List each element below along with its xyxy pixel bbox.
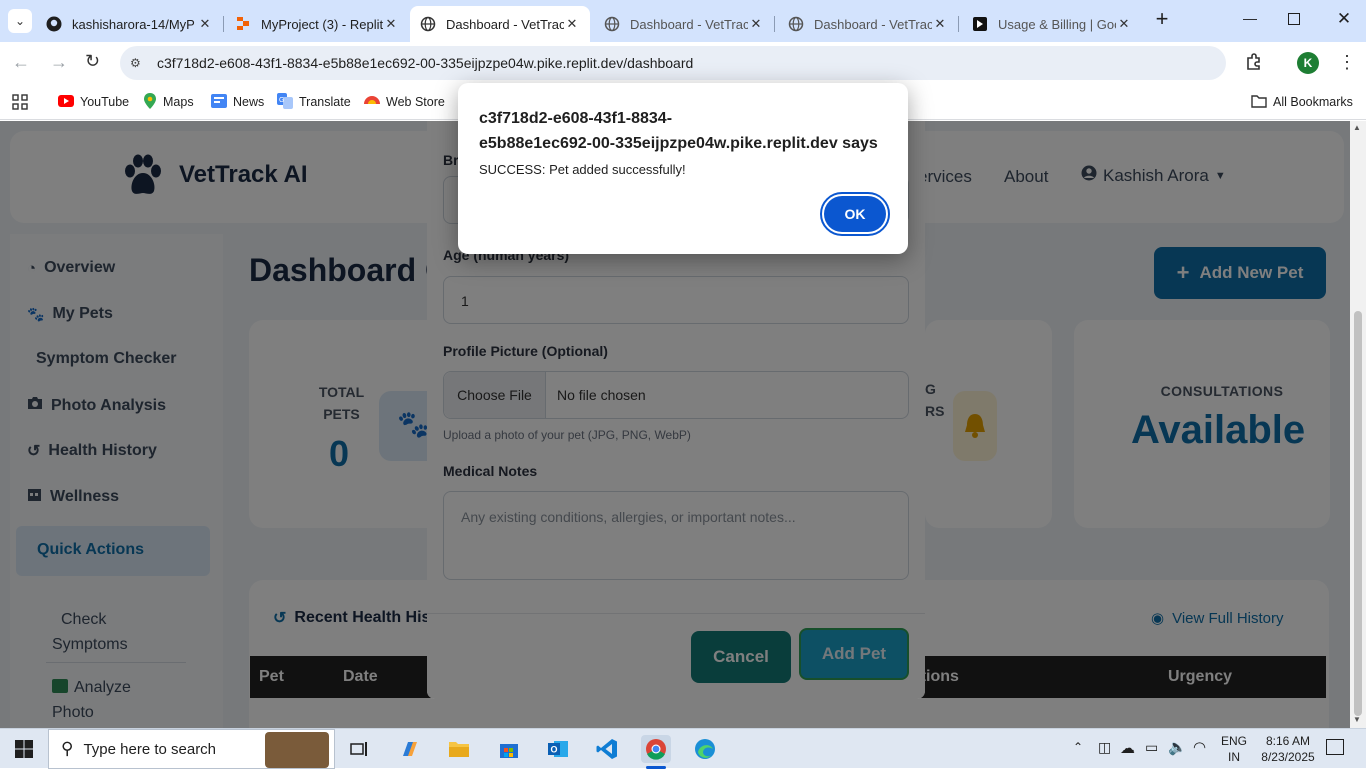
tab-dashboard-active[interactable]: Dashboard - VetTrack ✕ [410,6,590,42]
forward-icon[interactable]: → [50,52,70,72]
page-scrollbar[interactable]: ▲ ▼ [1350,121,1366,728]
bookmark-label: Web Store [386,95,445,109]
onedrive-icon[interactable]: ☁ [1120,739,1135,757]
tab-strip: kashisharora-14/MyP ✕ MyProject (3) - Re… [0,0,1366,42]
replit-icon [235,16,251,32]
taskbar-search-box[interactable]: ⚲ Type here to search [48,729,335,769]
apps-grid-icon[interactable] [12,94,28,110]
clock-time: 8:16 AM [1265,734,1311,748]
search-highlight-image [265,732,329,768]
close-tab-icon[interactable]: ✕ [748,16,764,32]
close-window-icon[interactable]: ✕ [1334,9,1354,29]
restore-icon[interactable] [1288,13,1300,25]
clock-date: 8/23/2025 [1261,750,1315,764]
tab-title: kashisharora-14/MyP [72,16,195,32]
minimize-icon[interactable]: — [1240,10,1260,30]
reload-icon[interactable]: ↻ [85,51,105,71]
tab-search-icon[interactable]: ⌄ [8,9,32,33]
tab-title: MyProject (3) - Replit [261,16,383,32]
tab-title: Dashboard - VetTrack [446,16,564,32]
alert-ok-focus-ring: OK [820,192,890,236]
tab-dashboard-2[interactable]: Dashboard - VetTrack ✕ [594,6,775,42]
menu-icon[interactable]: ⋮ [1338,51,1356,75]
task-view-icon[interactable] [344,735,374,763]
meet-now-icon[interactable]: ◫ [1098,739,1111,756]
tab-title: Dashboard - VetTrack [814,16,932,32]
search-placeholder: Type here to search [83,740,217,758]
github-icon [46,16,62,32]
tab-title: Dashboard - VetTrack [630,16,748,32]
vscode-icon[interactable] [592,735,622,763]
windows-start-icon[interactable] [10,735,38,763]
alert-message: SUCCESS: Pet added successfully! [479,162,686,177]
folder-icon [1251,94,1267,111]
address-bar[interactable]: ⚙ c3f718d2-e608-43f1-8834-e5b88e1ec692-0… [120,46,1226,80]
globe-icon [604,16,620,32]
site-info-icon[interactable]: ⚙ [130,56,148,70]
bookmark-label: News [233,95,265,109]
back-icon[interactable]: ← [12,52,32,72]
tab-title: Usage & Billing | Goo [998,16,1116,32]
show-hidden-icons[interactable]: ⌃ [1073,740,1083,754]
copilot-icon[interactable] [395,735,425,763]
svg-text:G: G [279,97,284,104]
tab-replit[interactable]: MyProject (3) - Replit ✕ [225,6,409,42]
file-explorer-icon[interactable] [444,735,474,763]
alert-origin: c3f718d2-e608-43f1-8834- e5b88e1ec692-00… [479,106,878,156]
clock[interactable]: 8:16 AM 8/23/2025 [1256,733,1320,765]
bookmark-label: Translate [299,95,351,109]
bookmark-web-store[interactable]: Web Store [364,92,445,112]
tab-usage-billing[interactable]: Usage & Billing | Goo ✕ [962,6,1142,42]
close-tab-icon[interactable]: ✕ [197,16,213,32]
notifications-icon[interactable] [1326,739,1344,755]
chrome-icon[interactable] [641,735,671,763]
alert-ok-button[interactable]: OK [824,196,886,232]
youtube-icon [58,94,74,110]
search-icon: ⚲ [61,739,74,758]
tab-dashboard-3[interactable]: Dashboard - VetTrack ✕ [778,6,959,42]
bookmark-news[interactable]: News [211,92,264,112]
alert-origin-line: c3f718d2-e608-43f1-8834- [479,110,673,127]
globe-icon [788,16,804,32]
scrollbar-thumb[interactable] [1354,311,1362,716]
browser-alert-dialog: c3f718d2-e608-43f1-8834- e5b88e1ec692-00… [458,83,908,254]
edge-icon[interactable] [690,735,720,763]
bookmark-label: All Bookmarks [1273,95,1353,109]
url-text[interactable]: c3f718d2-e608-43f1-8834-e5b88e1ec692-00-… [157,55,693,71]
region-code: IN [1228,750,1240,764]
language-indicator[interactable]: ENG IN [1219,733,1249,765]
outlook-icon[interactable]: O [543,735,573,763]
translate-icon: G [277,92,293,112]
network-icon[interactable]: ◠ [1193,738,1206,756]
close-tab-icon[interactable]: ✕ [564,16,580,32]
battery-icon[interactable]: ▭ [1145,739,1158,756]
close-tab-icon[interactable]: ✕ [932,16,948,32]
tab-github[interactable]: kashisharora-14/MyP ✕ [36,6,224,42]
scroll-up-icon[interactable]: ▲ [1353,123,1361,132]
windows-taskbar: ⚲ Type here to search O ⌃ ◫ ☁ ▭ 🔈 ◠ ENG … [0,728,1366,769]
bookmark-translate[interactable]: G Translate [277,92,351,112]
bookmark-label: YouTube [80,95,130,109]
close-tab-icon[interactable]: ✕ [383,16,399,32]
scroll-down-icon[interactable]: ▼ [1353,715,1361,724]
microsoft-store-icon[interactable] [494,735,524,763]
all-bookmarks[interactable]: All Bookmarks [1251,92,1353,112]
new-tab-icon[interactable]: + [1150,8,1174,32]
cursor-icon [972,16,988,32]
globe-icon [420,16,436,32]
news-icon [211,93,227,111]
alert-origin-line: e5b88e1ec692-00-335eijpzpe04w.pike.repli… [479,135,878,152]
profile-avatar[interactable]: K [1297,52,1319,74]
bookmark-label: Maps [163,95,194,109]
web-store-icon [364,94,380,111]
volume-icon[interactable]: 🔈 [1168,738,1187,756]
extensions-icon[interactable] [1244,52,1264,72]
language-code: ENG [1220,734,1247,748]
bookmark-maps[interactable]: Maps [143,92,194,112]
svg-text:O: O [551,745,558,755]
close-tab-icon[interactable]: ✕ [1116,16,1132,32]
maps-icon [143,92,157,112]
bookmark-youtube[interactable]: YouTube [58,92,129,112]
